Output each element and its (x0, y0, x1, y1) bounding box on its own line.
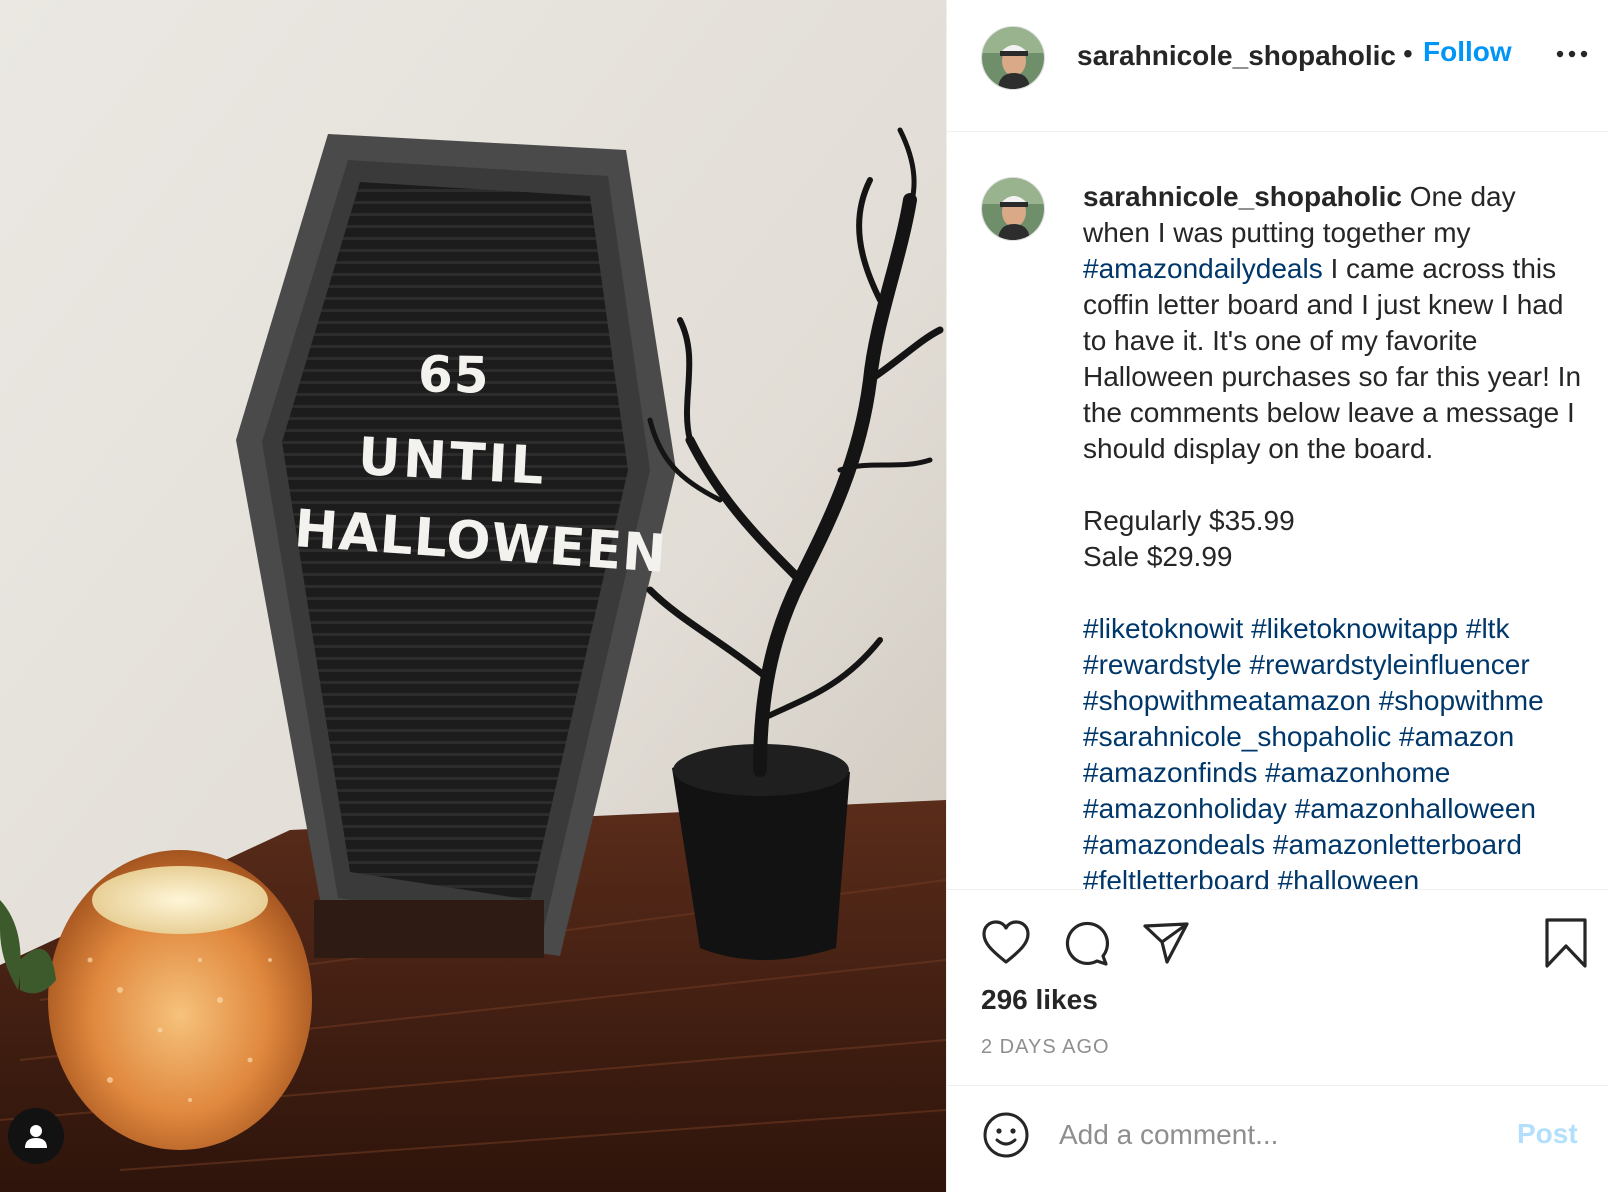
share-icon (1143, 922, 1189, 964)
emoji-button[interactable] (981, 1110, 1031, 1160)
post-timestamp[interactable]: 2 DAYS AGO (981, 1036, 1110, 1059)
avatar-image (982, 27, 1044, 89)
post-photo[interactable]: 65 UNTIL HALLOWEEN (0, 0, 946, 1192)
caption-avatar[interactable] (981, 177, 1045, 241)
board-line-2: UNTIL (356, 427, 549, 497)
heart-icon (982, 920, 1030, 964)
caption-paragraph: sarahnicole_shopaholic One day when I wa… (1083, 179, 1589, 467)
follow-button[interactable]: Follow (1423, 36, 1512, 68)
photo-scene (0, 0, 946, 1192)
avatar-image (982, 178, 1044, 240)
like-button[interactable] (979, 916, 1033, 970)
board-line-1: 65 (417, 345, 491, 405)
more-icon (1556, 50, 1588, 58)
post-header: sarahnicole_shopaholic • Follow (947, 0, 1608, 132)
price-regular: Regularly $35.99 (1083, 505, 1295, 536)
user-tag-icon (25, 1125, 47, 1148)
save-button[interactable] (1539, 916, 1593, 970)
comment-icon (1065, 921, 1110, 966)
caption-body: I came across this coffin letter board a… (1083, 253, 1582, 464)
comment-input[interactable] (1059, 1112, 1489, 1158)
caption-text: sarahnicole_shopaholic One day when I wa… (1083, 179, 1589, 889)
share-button[interactable] (1139, 916, 1193, 970)
caption-area: sarahnicole_shopaholic One day when I wa… (947, 133, 1608, 889)
more-options-button[interactable] (1555, 44, 1589, 64)
bookmark-icon (1545, 918, 1587, 968)
caption-username[interactable]: sarahnicole_shopaholic (1083, 181, 1402, 212)
comment-bar: Post (947, 1085, 1608, 1192)
hashtag-list[interactable]: #liketoknowit #liketoknowitapp #ltk #rew… (1083, 611, 1589, 889)
comment-button[interactable] (1059, 916, 1113, 970)
likes-count[interactable]: 296 likes (981, 984, 1098, 1016)
post-comment-button[interactable]: Post (1517, 1118, 1578, 1150)
price-sale: Sale $29.99 (1083, 541, 1233, 572)
separator-dot: • (1403, 38, 1413, 69)
user-tag-button[interactable] (8, 1108, 64, 1164)
post-side-panel: sarahnicole_shopaholic • Follow sarahnic… (946, 0, 1608, 1192)
header-username[interactable]: sarahnicole_shopaholic (1077, 40, 1396, 72)
hashtag-link[interactable]: #amazondailydeals (1083, 253, 1323, 284)
action-bar: 296 likes 2 DAYS AGO (947, 889, 1608, 1085)
smiley-icon (983, 1112, 1029, 1158)
avatar[interactable] (981, 26, 1045, 90)
